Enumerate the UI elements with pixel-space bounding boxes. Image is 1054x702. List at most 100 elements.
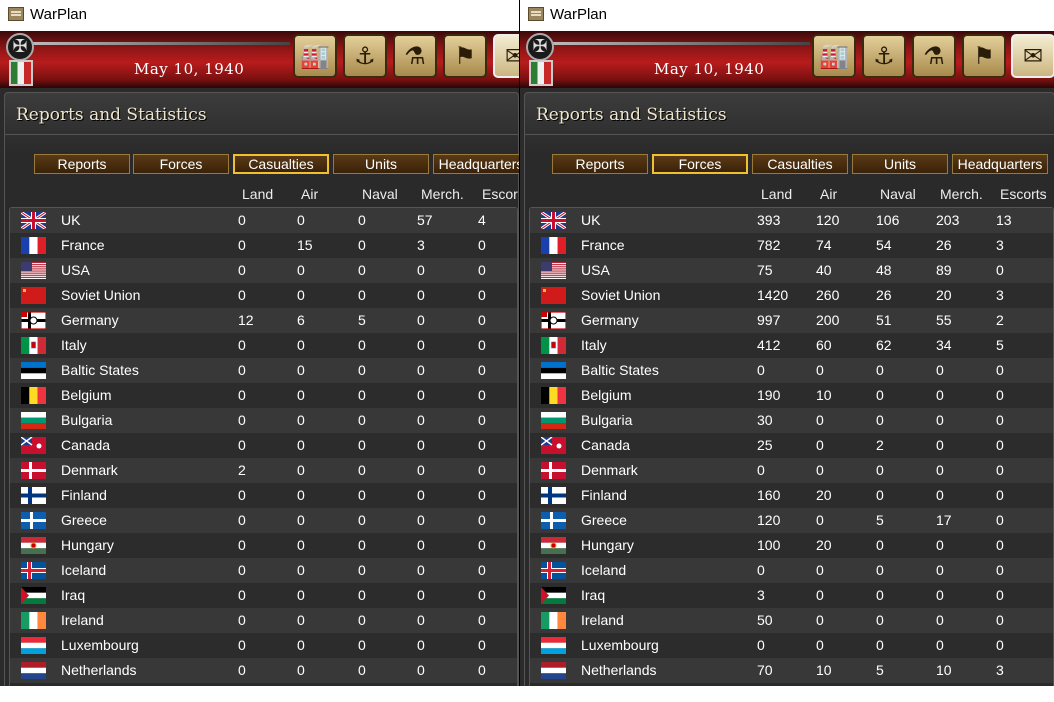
tab-forces[interactable]: Forces <box>133 154 229 174</box>
research-button[interactable]: ⚗ <box>912 34 956 78</box>
table-row[interactable]: Iraq 3 0 0 0 0 <box>530 583 1053 608</box>
column-header-merch[interactable]: Merch. <box>940 186 983 202</box>
table-row[interactable]: Belgium 0 0 0 0 0 <box>10 383 517 408</box>
table-row[interactable]: Italy 412 60 62 34 5 <box>530 333 1053 358</box>
country-name: Belgium <box>61 387 112 403</box>
table-row[interactable]: Greece 120 0 5 17 0 <box>530 508 1053 533</box>
iron-cross-icon: ✠ <box>526 33 554 61</box>
table-row[interactable]: Germany 12 6 5 0 0 <box>10 308 517 333</box>
production-button[interactable]: 🏭 <box>293 34 337 78</box>
table-row[interactable]: Greece 0 0 0 0 0 <box>10 508 517 533</box>
reports-button[interactable]: ✉ <box>493 34 519 78</box>
table-row[interactable]: Iceland 0 0 0 0 0 <box>530 558 1053 583</box>
table-row[interactable]: Denmark 0 0 0 0 0 <box>530 458 1053 483</box>
column-header-air[interactable]: Air <box>301 186 318 202</box>
table-row[interactable]: Finland 160 20 0 0 0 <box>530 483 1053 508</box>
tab-headquarters[interactable]: Headquarters <box>433 154 519 174</box>
cell-merch: 0 <box>936 537 944 553</box>
column-header-naval[interactable]: Naval <box>362 186 398 202</box>
tab-forces[interactable]: Forces <box>652 154 748 174</box>
table-row[interactable]: Finland 0 0 0 0 0 <box>10 483 517 508</box>
table-row[interactable]: Netherlands 70 10 5 10 3 <box>530 658 1053 683</box>
canada-flag-icon <box>20 436 46 454</box>
cell-merch: 20 <box>936 287 952 303</box>
table-row[interactable]: France 782 74 54 26 3 <box>530 233 1053 258</box>
belgium-flag-icon <box>21 387 46 404</box>
column-header-escorts[interactable]: Escor <box>482 186 518 202</box>
cell-land: 0 <box>757 562 765 578</box>
france-flag-icon <box>21 237 46 254</box>
table-row[interactable]: Italy 0 0 0 0 0 <box>10 333 517 358</box>
country-name: Hungary <box>581 537 634 553</box>
tab-reports[interactable]: Reports <box>552 154 648 174</box>
table-row[interactable]: Canada 25 0 2 0 0 <box>530 433 1053 458</box>
tab-reports[interactable]: Reports <box>34 154 130 174</box>
tab-headquarters[interactable]: Headquarters <box>952 154 1048 174</box>
column-header-air[interactable]: Air <box>820 186 837 202</box>
column-header-escorts[interactable]: Escorts <box>1000 186 1047 202</box>
cell-escorts: 0 <box>478 612 486 628</box>
production-button[interactable]: 🏭 <box>812 34 856 78</box>
cell-merch: 34 <box>936 337 952 353</box>
table-row[interactable]: Iraq 0 0 0 0 0 <box>10 583 517 608</box>
table-row[interactable]: Bulgaria 0 0 0 0 0 <box>10 408 517 433</box>
column-header-naval[interactable]: Naval <box>880 186 916 202</box>
cell-merch: 0 <box>936 587 944 603</box>
table-row[interactable]: Ireland 50 0 0 0 0 <box>530 608 1053 633</box>
nation-flag-icon[interactable] <box>529 60 553 86</box>
cell-land: 160 <box>757 487 781 503</box>
reports-button[interactable]: ✉ <box>1011 34 1054 78</box>
table-row[interactable]: USA 75 40 48 89 0 <box>530 258 1053 283</box>
table-row[interactable]: Luxembourg 0 0 0 0 0 <box>10 633 517 658</box>
cell-land: 1420 <box>757 287 789 303</box>
cell-escorts: 0 <box>478 362 486 378</box>
table-row[interactable]: Hungary 0 0 0 0 0 <box>10 533 517 558</box>
table-row[interactable]: Bulgaria 30 0 0 0 0 <box>530 408 1053 433</box>
flag-button[interactable]: ⚑ <box>962 34 1006 78</box>
cell-air: 0 <box>816 437 824 453</box>
country-name: Germany <box>61 312 119 328</box>
tab-units[interactable]: Units <box>333 154 429 174</box>
country-name: Bulgaria <box>581 412 633 428</box>
country-name: Canada <box>581 437 631 453</box>
table-row[interactable]: Baltic States 0 0 0 0 0 <box>530 358 1053 383</box>
research-button[interactable]: ⚗ <box>393 34 437 78</box>
table-row[interactable]: Belgium 190 10 0 0 0 <box>530 383 1053 408</box>
tab-casualties[interactable]: Casualties <box>752 154 848 174</box>
table-row[interactable]: Germany 997 200 51 55 2 <box>530 308 1053 333</box>
table-row[interactable]: Soviet Union 1420 260 26 20 3 <box>530 283 1053 308</box>
table-row[interactable]: UK 393 120 106 203 13 <box>530 208 1053 233</box>
table-row[interactable]: Netherlands 0 0 0 0 0 <box>10 658 517 683</box>
table-row[interactable]: Hungary 100 20 0 0 0 <box>530 533 1053 558</box>
column-header-merch[interactable]: Merch. <box>421 186 464 202</box>
production-icon: 🏭 <box>300 42 330 70</box>
cell-merch: 0 <box>417 262 425 278</box>
naval-button[interactable]: ⚓ <box>862 34 906 78</box>
naval-button[interactable]: ⚓ <box>343 34 387 78</box>
table-row[interactable]: UK 0 0 0 57 4 <box>10 208 517 233</box>
column-header-land[interactable]: Land <box>761 186 792 202</box>
window-title: WarPlan <box>30 6 87 23</box>
table-row[interactable]: Denmark 2 0 0 0 0 <box>10 458 517 483</box>
table-row[interactable]: Soviet Union 0 0 0 0 0 <box>10 283 517 308</box>
production-icon: 🏭 <box>819 42 849 70</box>
cell-escorts: 0 <box>996 387 1004 403</box>
table-row[interactable]: Baltic States 0 0 0 0 0 <box>10 358 517 383</box>
tab-units[interactable]: Units <box>852 154 948 174</box>
game-date: May 10, 1940 <box>134 60 245 78</box>
tab-casualties[interactable]: Casualties <box>233 154 329 174</box>
nation-flag-icon[interactable] <box>9 60 33 86</box>
flag-icon: ⚑ <box>973 42 995 70</box>
table-row[interactable]: France 0 15 0 3 0 <box>10 233 517 258</box>
table-row[interactable]: USA 0 0 0 0 0 <box>10 258 517 283</box>
cell-merch: 0 <box>417 337 425 353</box>
table-row[interactable]: Canada 0 0 0 0 0 <box>10 433 517 458</box>
table-row[interactable]: Ireland 0 0 0 0 0 <box>10 608 517 633</box>
flag-button[interactable]: ⚑ <box>443 34 487 78</box>
table-row[interactable]: Iceland 0 0 0 0 0 <box>10 558 517 583</box>
table-row[interactable]: Luxembourg 0 0 0 0 0 <box>530 633 1053 658</box>
cell-merch: 0 <box>417 587 425 603</box>
column-header-land[interactable]: Land <box>242 186 273 202</box>
country-name: Denmark <box>61 462 118 478</box>
ireland-flag-icon <box>541 612 566 629</box>
